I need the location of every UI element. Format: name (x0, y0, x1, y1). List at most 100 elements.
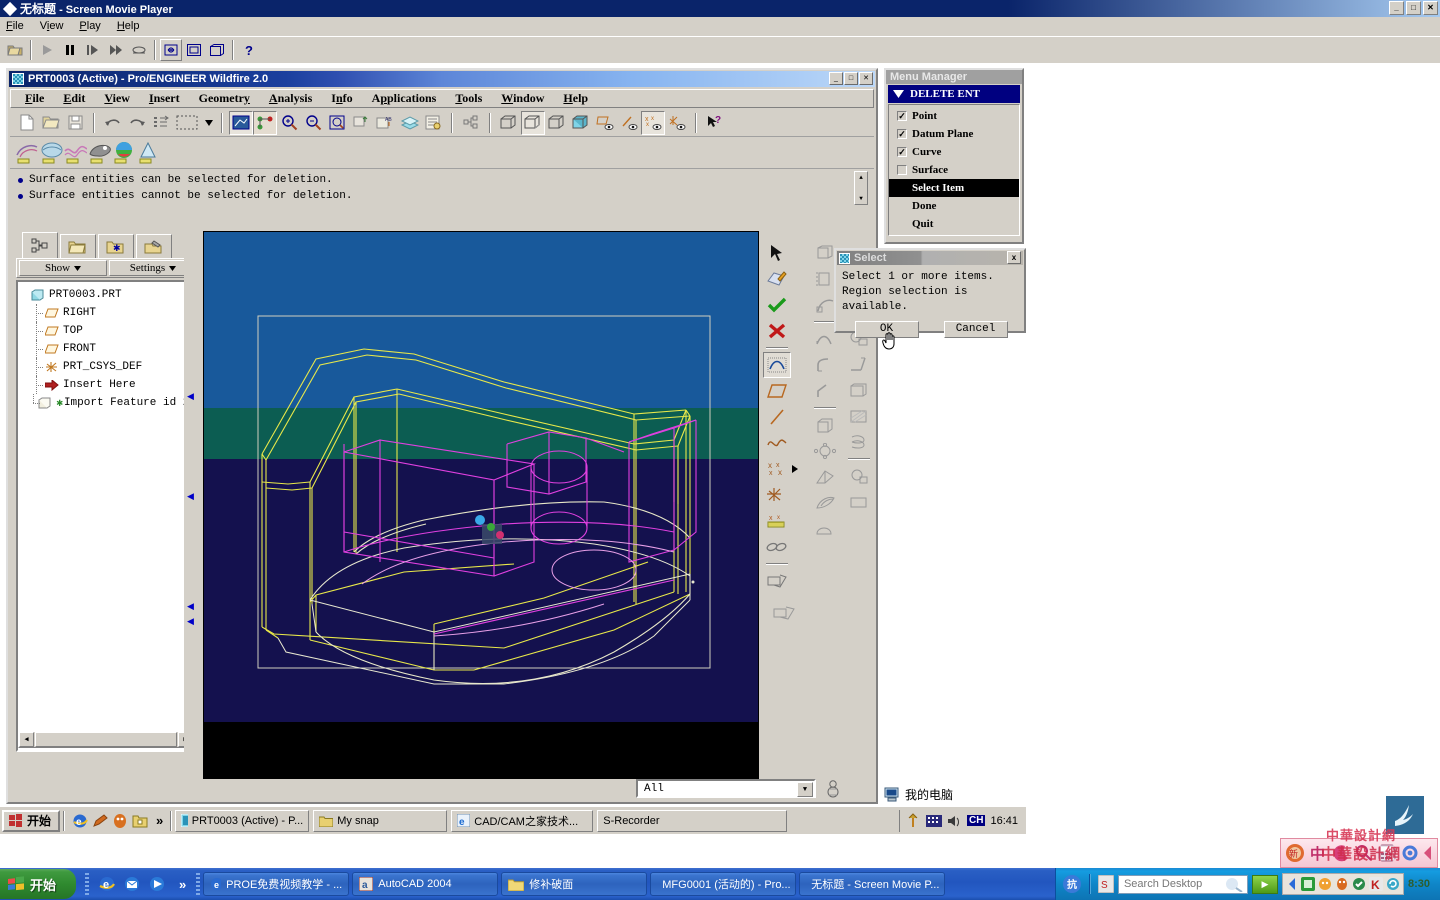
folder-icon[interactable] (132, 813, 148, 829)
fit-window-icon[interactable] (160, 39, 182, 61)
checkbox-checked-icon[interactable]: ✓ (897, 129, 907, 139)
proe-menu-help[interactable]: Help (563, 91, 588, 106)
checkbox-checked-icon[interactable]: ✓ (897, 111, 907, 121)
taskbar-grip-2[interactable] (196, 873, 201, 895)
fill-icon[interactable] (845, 403, 873, 429)
proe-menu-view[interactable]: View (104, 91, 130, 106)
curve-icon[interactable] (763, 430, 791, 456)
chevron-down-icon[interactable]: ▼ (797, 782, 813, 797)
datum-plane-icon[interactable] (349, 111, 373, 135)
proe-window-buttons[interactable]: _ □ ✕ (829, 72, 873, 85)
proe-menu-window[interactable]: Window (501, 91, 544, 106)
splitter-chevron-icon[interactable]: ◀ (187, 616, 194, 627)
player-toolbar[interactable]: ? (0, 36, 1440, 63)
menu-item-surface[interactable]: Surface (889, 161, 1019, 179)
offset-surface-icon[interactable] (763, 568, 791, 594)
no-hidden-icon[interactable] (545, 111, 569, 135)
tree-item-part[interactable]: PRT0003.PRT (20, 286, 196, 304)
green-shield-icon[interactable] (1300, 877, 1315, 891)
copy-surface-icon[interactable] (845, 377, 873, 403)
menu-manager-list[interactable]: ✓ Point ✓ Datum Plane ✓ Curve Surface Se… (888, 104, 1020, 236)
ime-pen-icon[interactable] (906, 813, 921, 828)
shell-icon[interactable] (811, 412, 839, 438)
datum-point-display-icon[interactable]: xxx (641, 110, 665, 135)
surface-analysis-icon[interactable] (15, 141, 39, 165)
menu-manager-header[interactable]: DELETE ENT (888, 85, 1020, 103)
splitter-chevron-icon[interactable]: ◀ (187, 491, 194, 502)
datum-curve-icon[interactable] (763, 352, 791, 378)
datum-axis-icon[interactable] (763, 404, 791, 430)
player-close-button[interactable]: ✕ (1423, 1, 1438, 15)
player-restore-button[interactable]: □ (1406, 1, 1421, 15)
rib-icon[interactable] (811, 464, 839, 490)
chain-icon[interactable] (763, 534, 791, 560)
tree-item-right[interactable]: RIGHT (20, 304, 196, 322)
fast-forward-icon[interactable] (105, 39, 127, 61)
tree-item-import-feature[interactable]: ✱ Import Feature id 29 (20, 394, 196, 412)
player-menu-help[interactable]: Help (117, 20, 140, 32)
kaspersky-icon[interactable]: K (1368, 877, 1383, 891)
viewport-splitter[interactable]: ◀ ◀ ◀ ◀ (184, 231, 202, 779)
ime-language-badge[interactable]: CH (967, 815, 986, 826)
internet-explorer-icon[interactable]: e (98, 876, 116, 893)
yahoo-icon[interactable]: 抗 (1062, 874, 1082, 894)
qq-icon[interactable] (1335, 877, 1349, 891)
model-player-icon[interactable] (421, 111, 445, 135)
tree-item-front[interactable]: FRONT (20, 340, 196, 358)
proe-menu-edit[interactable]: Edit (63, 91, 85, 106)
message-scrollbar[interactable]: ▲ ▼ (854, 171, 868, 205)
tree-tab-strip[interactable]: ✱ (16, 232, 200, 258)
proe-analysis-toolbar[interactable] (10, 137, 874, 169)
tab-model-tree[interactable] (22, 232, 58, 258)
splitter-chevron-icon[interactable]: ◀ (187, 391, 194, 402)
show-button[interactable]: Show (19, 260, 107, 276)
select-arrow-icon[interactable] (763, 240, 791, 266)
inner-task-s-recorder[interactable]: S-Recorder (597, 809, 788, 832)
hidden-line-icon[interactable] (521, 110, 545, 135)
proe-menu-info[interactable]: Info (331, 91, 352, 106)
media-player-icon[interactable] (148, 876, 166, 893)
shading-icon[interactable] (569, 111, 593, 135)
help-arrow-icon[interactable]: ? (703, 111, 727, 135)
new-file-icon[interactable] (15, 111, 39, 135)
proe-menu-file[interactable]: File (25, 91, 44, 106)
gear-icon[interactable] (1400, 843, 1420, 863)
outer-task-screen-movie-player[interactable]: 无标题 - Screen Movie P... (799, 872, 946, 896)
proe-menu-insert[interactable]: Insert (149, 91, 180, 106)
player-menu-view[interactable]: View (40, 20, 64, 32)
tree-button-row[interactable]: Show Settings (16, 258, 200, 278)
helical-sweep-icon[interactable] (845, 429, 873, 455)
datum-point-icon[interactable]: xxxx (763, 456, 798, 482)
section-icon[interactable] (63, 141, 87, 165)
inner-clock[interactable]: 16:41 (990, 815, 1018, 827)
tree-item-insert-here[interactable]: Insert Here (20, 376, 196, 394)
internet-explorer-icon[interactable]: e (72, 813, 88, 829)
open-file-icon[interactable] (39, 111, 63, 135)
scroll-left-icon[interactable]: ◀ (19, 732, 34, 747)
search-companion-icon[interactable]: S (1097, 875, 1114, 893)
chevron-down-icon[interactable] (203, 111, 215, 135)
menu-item-quit[interactable]: Quit (889, 215, 1019, 233)
pause-icon[interactable] (59, 39, 81, 61)
proe-menu-analysis[interactable]: Analysis (269, 91, 312, 106)
menu-item-done[interactable]: Done (889, 197, 1019, 215)
splitter-chevron-icon[interactable]: ◀ (187, 601, 194, 612)
collapse-arrow-icon[interactable] (1423, 845, 1433, 861)
tray-icon-group[interactable]: K (1281, 873, 1404, 895)
analysis-point-icon[interactable]: xx (763, 508, 791, 534)
shaded-curvature-icon[interactable] (87, 141, 111, 165)
select-box-icon[interactable] (173, 111, 203, 135)
sketch-icon[interactable] (763, 266, 791, 292)
wireframe-icon[interactable] (497, 111, 521, 135)
inner-task-my-snap[interactable]: My snap (313, 809, 448, 832)
refit-icon[interactable] (325, 111, 349, 135)
menu-item-datum-plane[interactable]: ✓ Datum Plane (889, 125, 1019, 143)
csys-icon[interactable] (763, 482, 791, 508)
proe-menu-tools[interactable]: Tools (455, 91, 482, 106)
tree-item-csys[interactable]: PRT_CSYS_DEF (20, 358, 196, 376)
step-icon[interactable] (82, 39, 104, 61)
zh-icon[interactable]: 中 (1308, 843, 1328, 863)
qq-icon[interactable] (112, 813, 128, 829)
outer-taskbar[interactable]: 开始 e » e PROE免费视频教学 - ... a AutoCAD 2004… (0, 868, 1440, 900)
record-icon[interactable] (128, 39, 150, 61)
